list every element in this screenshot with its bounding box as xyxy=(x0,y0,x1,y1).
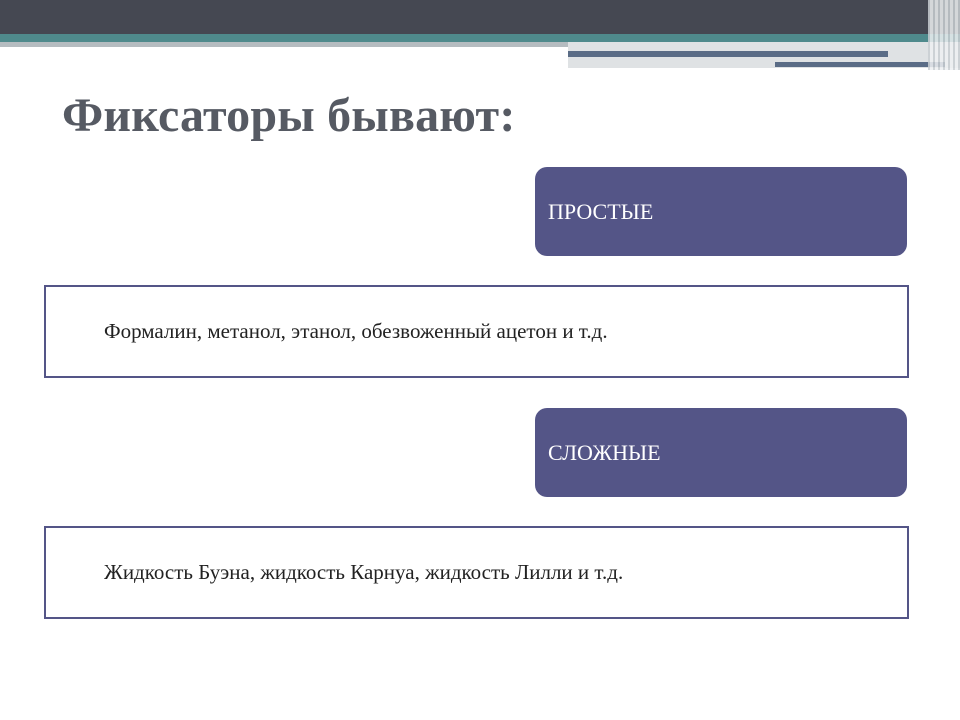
category-simple-label: ПРОСТЫЕ xyxy=(548,198,654,224)
header-accent-bar-top xyxy=(568,51,888,57)
header-band-teal xyxy=(0,34,960,42)
category-complex-label: СЛОЖНЫЕ xyxy=(548,439,661,465)
slide: Фиксаторы бывают: ПРОСТЫЕ Формалин, мета… xyxy=(0,0,960,720)
category-simple-box: ПРОСТЫЕ xyxy=(535,167,907,256)
examples-complex-text: Жидкость Буэна, жидкость Карнуа, жидкост… xyxy=(104,560,624,584)
header-accent-bar-bottom xyxy=(775,62,945,67)
examples-simple-box: Формалин, метанол, этанол, обезвоженный … xyxy=(44,285,909,378)
header-band-gray xyxy=(0,42,568,47)
slide-title: Фиксаторы бывают: xyxy=(62,89,516,142)
examples-complex-box: Жидкость Буэна, жидкость Карнуа, жидкост… xyxy=(44,526,909,619)
header-stripes-decoration xyxy=(928,0,960,70)
examples-simple-text: Формалин, метанол, этанол, обезвоженный … xyxy=(104,319,608,343)
category-complex-box: СЛОЖНЫЕ xyxy=(535,408,907,497)
header-band-dark xyxy=(0,0,960,34)
